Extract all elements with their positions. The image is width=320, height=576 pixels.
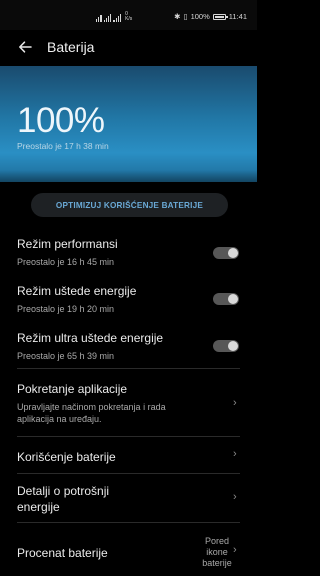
battery-percent: 100% [190, 12, 210, 21]
toggle-knob [228, 248, 238, 258]
mode-subtitle: Preostalo je 16 h 45 min [17, 257, 115, 267]
chevron-right-icon: › [233, 397, 237, 409]
menu-item-power-details[interactable]: Detalji o potrošnji energije › [0, 478, 257, 522]
signal-indicators: 0 K/s [96, 12, 132, 22]
back-arrow-icon[interactable] [17, 39, 33, 55]
divider [17, 436, 240, 437]
battery-level-text: 100% [17, 101, 105, 140]
battery-percentage-value: Pored ikone baterije [197, 536, 237, 569]
menu-item-battery-usage[interactable]: Korišćenje baterije › [0, 440, 257, 474]
value-text: baterije [202, 558, 232, 568]
network-speed: 0 K/s [125, 11, 133, 22]
toggle-knob [228, 294, 238, 304]
menu-subtitle: Upravljajte načinom pokretanja i rada [17, 402, 166, 412]
menu-title: Pokretanje aplikacije [17, 382, 128, 396]
value-text: Pored [204, 536, 230, 546]
app-bar: Baterija [0, 30, 257, 66]
mode-title: Režim performansi [17, 237, 118, 251]
menu-title: Korišćenje baterije [17, 450, 116, 464]
mode-title: Režim uštede energije [17, 284, 137, 298]
menu-subtitle: aplikacija na uređaju. [17, 414, 102, 424]
status-bar: 0 K/s ✱ ▯ 100% 11:41 [0, 0, 257, 30]
divider [17, 473, 240, 474]
mode-row-ultra-power-saving[interactable]: Režim ultra uštede energije Preostalo je… [0, 326, 257, 366]
page-title: Baterija [47, 39, 95, 55]
optimize-battery-button[interactable]: OPTIMIZUJ KORIŠĆENJE BATERIJE [31, 193, 228, 217]
mode-row-power-saving[interactable]: Režim uštede energije Preostalo je 19 h … [0, 279, 257, 319]
signal-icon [103, 14, 112, 22]
chevron-right-icon: › [233, 544, 237, 556]
bluetooth-icon: ✱ [174, 12, 181, 21]
performance-toggle[interactable] [213, 247, 239, 259]
signal-icon [113, 14, 122, 22]
menu-title: Detalji o potrošnji [17, 484, 110, 498]
chevron-right-icon: › [233, 448, 237, 460]
ultra-power-saving-toggle[interactable] [213, 340, 239, 352]
clock: 11:41 [228, 12, 247, 21]
mode-subtitle: Preostalo je 65 h 39 min [17, 351, 115, 361]
vibrate-icon: ▯ [183, 12, 188, 21]
remaining-time: Preostalo je 17 h 38 min [17, 141, 109, 151]
battery-icon [212, 13, 228, 20]
status-right: ✱ ▯ 100% 11:41 [174, 12, 247, 21]
toggle-knob [228, 341, 238, 351]
signal-icon [96, 14, 102, 22]
divider [17, 522, 240, 523]
value-text: ikone [206, 547, 228, 557]
menu-title: energije [17, 500, 60, 514]
power-saving-toggle[interactable] [213, 293, 239, 305]
mode-title: Režim ultra uštede energije [17, 331, 164, 345]
battery-hero: 100% Preostalo je 17 h 38 min [0, 66, 257, 182]
menu-title: Procenat baterije [17, 546, 108, 560]
menu-item-app-launch[interactable]: Pokretanje aplikacije Upravljajte načino… [0, 378, 257, 434]
chevron-right-icon: › [233, 491, 237, 503]
divider [17, 368, 240, 369]
mode-row-performance[interactable]: Režim performansi Preostalo je 16 h 45 m… [0, 232, 257, 272]
mode-subtitle: Preostalo je 19 h 20 min [17, 304, 115, 314]
